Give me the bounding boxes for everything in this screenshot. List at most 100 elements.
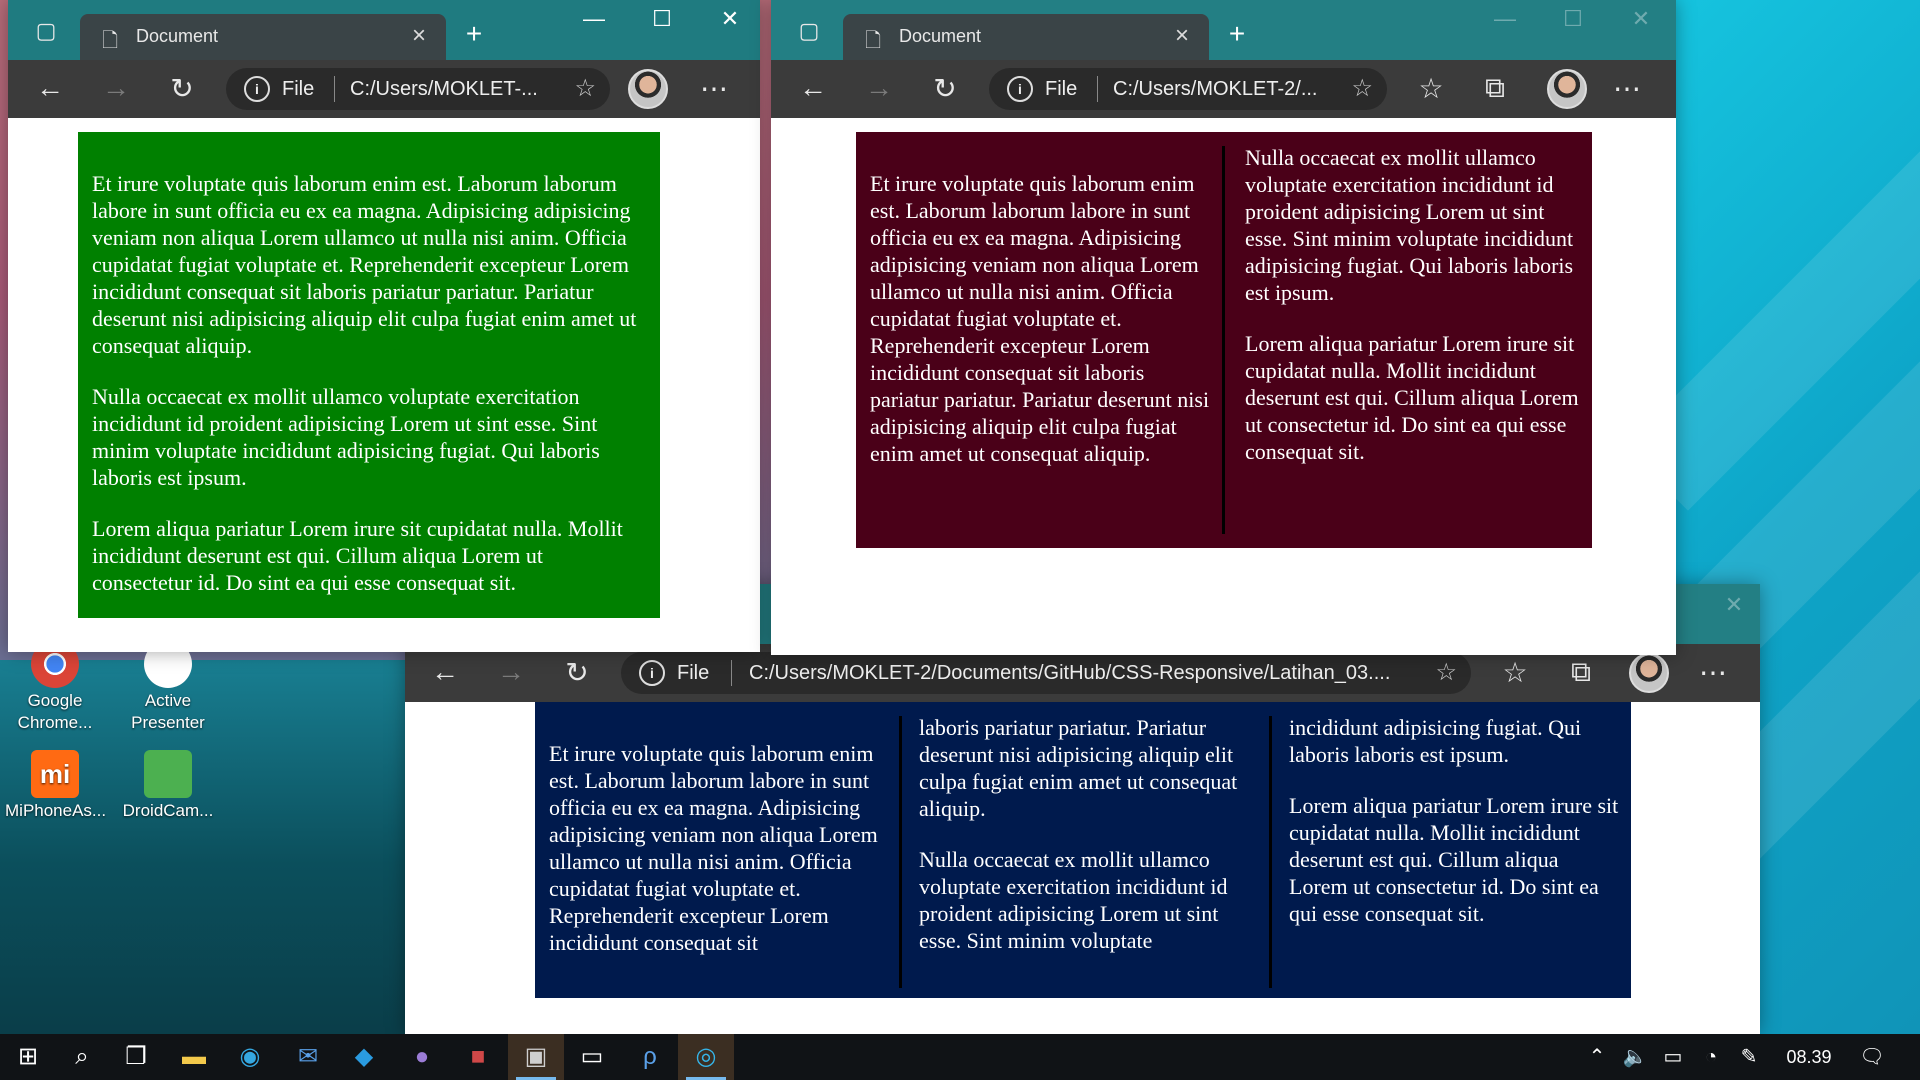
more-menu-icon[interactable]: ⋯ — [696, 72, 732, 105]
scheme-label: File — [282, 78, 315, 100]
desktop-icon-google-chrome[interactable]: Google Chrome... — [5, 640, 105, 734]
tab-document[interactable]: 🗋 Document × — [80, 14, 446, 60]
content-box-blue: Et irure voluptate quis laborum enim est… — [535, 702, 1631, 998]
desktop-icon-label: Active Presenter — [131, 691, 205, 732]
url-text: C:/Users/MOKLET-... — [350, 78, 538, 100]
app-icon[interactable]: ■ — [450, 1034, 506, 1080]
avatar[interactable] — [1629, 653, 1669, 693]
tab-document[interactable]: 🗋 Document × — [843, 14, 1209, 60]
address-bar[interactable]: i File C:/Users/MOKLET-... ☆ — [226, 68, 610, 110]
chevron-up-icon[interactable]: ⌃ — [1582, 1034, 1612, 1080]
file-explorer-icon[interactable]: ▬ — [166, 1034, 222, 1080]
avatar[interactable] — [628, 69, 668, 109]
forward-icon[interactable]: → — [98, 72, 134, 104]
photoshop-icon[interactable]: ρ — [622, 1034, 678, 1080]
paragraph: Et irure voluptate quis laborum enim est… — [92, 171, 637, 358]
avatar[interactable] — [1547, 69, 1587, 109]
close-window-button[interactable]: ✕ — [1621, 6, 1661, 32]
column-2: laboris pariatur pariatur. Pariatur dese… — [919, 714, 1259, 998]
column-rule — [899, 716, 902, 988]
add-favorite-icon[interactable]: ☆ — [1435, 658, 1457, 687]
paragraph: Et irure voluptate quis laborum enim est… — [870, 171, 1210, 466]
edge-dev-icon[interactable]: ◎ — [678, 1034, 734, 1080]
wifi-icon[interactable]: ◔ — [1696, 1034, 1726, 1080]
close-window-button[interactable]: ✕ — [1714, 592, 1754, 618]
discord-icon[interactable]: ▣ — [508, 1034, 564, 1080]
scheme-label: File — [1045, 78, 1078, 100]
vscode-icon[interactable]: ◆ — [336, 1034, 392, 1080]
close-tab-icon[interactable]: × — [1175, 22, 1189, 50]
content-box-maroon: Et irure voluptate quis laborum enim est… — [856, 132, 1592, 548]
desktop-icon-droidcam[interactable]: DroidCam... — [118, 750, 218, 822]
more-menu-icon[interactable]: ⋯ — [1695, 656, 1731, 689]
paragraph: laboris pariatur pariatur. Pariatur dese… — [919, 715, 1238, 821]
task-view-icon[interactable]: ❐ — [108, 1034, 164, 1080]
column-2: Nulla occaecat ex mollit ullamco volupta… — [1245, 144, 1581, 548]
paragraph: Et irure voluptate quis laborum enim est… — [549, 741, 878, 955]
favorites-icon[interactable]: ☆ — [1413, 72, 1449, 105]
tab-title: Document — [899, 26, 982, 46]
add-favorite-icon[interactable]: ☆ — [574, 74, 596, 103]
pen-icon[interactable]: ✎ — [1734, 1034, 1764, 1080]
collections-icon[interactable]: ⧉ — [1477, 72, 1513, 105]
battery-icon[interactable]: ▭ — [1658, 1034, 1688, 1080]
taskbar: ⊞ ⌕ ❐ ▬ ◉ ✉ ◆ ● ■ ▣ ▭ ρ ◎ ⌃ 🔈 ▭ ◔ ✎ 08.3… — [0, 1034, 1920, 1080]
browser-toolbar: ← → ↻ i File C:/Users/MOKLET-2/... ☆ ☆ ⧉… — [771, 60, 1676, 118]
back-icon[interactable]: ← — [32, 72, 68, 104]
minimize-button[interactable]: — — [1485, 6, 1525, 32]
edge-icon[interactable]: ◉ — [222, 1034, 278, 1080]
browser-window-maroon: ▢ 🗋 Document × + — ☐ ✕ ← → ↻ i File C:/U… — [771, 0, 1676, 655]
desktop-icon-label: DroidCam... — [122, 801, 214, 820]
scheme-label: File — [677, 662, 710, 684]
address-bar[interactable]: i File C:/Users/MOKLET-2/Documents/GitHu… — [621, 652, 1471, 694]
maximize-button[interactable]: ☐ — [642, 6, 682, 32]
column-3: incididunt adipisicing fugiat. Qui labor… — [1289, 714, 1619, 998]
address-bar[interactable]: i File C:/Users/MOKLET-2/... ☆ — [989, 68, 1387, 110]
tab-actions-icon[interactable]: ▢ — [28, 18, 64, 44]
column-rule — [1222, 146, 1225, 534]
windows-start-icon[interactable]: ⊞ — [0, 1034, 56, 1080]
desktop-icon-active-presenter[interactable]: Active Presenter — [118, 640, 218, 734]
browser-window-green: ▢ 🗋 Document × + — ☐ ✕ ← → ↻ i File C:/U… — [8, 0, 760, 652]
desktop-icon-miphoneassistant[interactable]: mi MiPhoneAs... — [5, 750, 106, 822]
new-tab-button[interactable]: + — [454, 18, 494, 50]
clock[interactable]: 08.39 — [1774, 1034, 1844, 1080]
url-text: C:/Users/MOKLET-2/Documents/GitHub/CSS-R… — [749, 662, 1391, 684]
mail-icon[interactable]: ✉ — [280, 1034, 336, 1080]
refresh-icon[interactable]: ↻ — [559, 656, 595, 689]
github-desktop-icon[interactable]: ● — [394, 1034, 450, 1080]
desktop-icon-label: Google Chrome... — [17, 691, 93, 732]
search-icon[interactable]: ⌕ — [54, 1034, 110, 1080]
close-tab-icon[interactable]: × — [412, 22, 426, 50]
close-window-button[interactable]: ✕ — [710, 6, 750, 32]
column-rule — [1269, 716, 1272, 988]
minimize-button[interactable]: — — [574, 6, 614, 32]
terminal-icon[interactable]: ▭ — [564, 1034, 620, 1080]
collections-icon[interactable]: ⧉ — [1563, 656, 1599, 689]
document-icon: 🗋 — [102, 30, 119, 52]
back-icon[interactable]: ← — [795, 72, 831, 104]
notifications-icon[interactable]: 🗨 — [1854, 1034, 1890, 1080]
page-content: Et irure voluptate quis laborum enim est… — [8, 118, 760, 652]
content-box-green: Et irure voluptate quis laborum enim est… — [78, 132, 660, 618]
url-text: C:/Users/MOKLET-2/... — [1113, 78, 1318, 100]
mi-icon: mi — [31, 750, 79, 798]
tab-title: Document — [136, 26, 219, 46]
droidcam-icon — [144, 750, 192, 798]
add-favorite-icon[interactable]: ☆ — [1351, 74, 1373, 103]
forward-icon[interactable]: → — [493, 656, 529, 688]
document-icon: 🗋 — [865, 30, 882, 52]
paragraph: Nulla occaecat ex mollit ullamco volupta… — [1245, 145, 1574, 305]
new-tab-button[interactable]: + — [1217, 18, 1257, 50]
tab-actions-icon[interactable]: ▢ — [791, 18, 827, 44]
volume-icon[interactable]: 🔈 — [1620, 1034, 1650, 1080]
favorites-icon[interactable]: ☆ — [1497, 656, 1533, 689]
more-menu-icon[interactable]: ⋯ — [1609, 72, 1645, 105]
refresh-icon[interactable]: ↻ — [927, 72, 963, 105]
refresh-icon[interactable]: ↻ — [164, 72, 200, 105]
paragraph: Lorem aliqua pariatur Lorem irure sit cu… — [1289, 793, 1619, 926]
back-icon[interactable]: ← — [427, 656, 463, 688]
forward-icon[interactable]: → — [861, 72, 897, 104]
title-bar: ▢ 🗋 Document × + — ☐ ✕ — [771, 0, 1676, 60]
maximize-button[interactable]: ☐ — [1553, 6, 1593, 32]
